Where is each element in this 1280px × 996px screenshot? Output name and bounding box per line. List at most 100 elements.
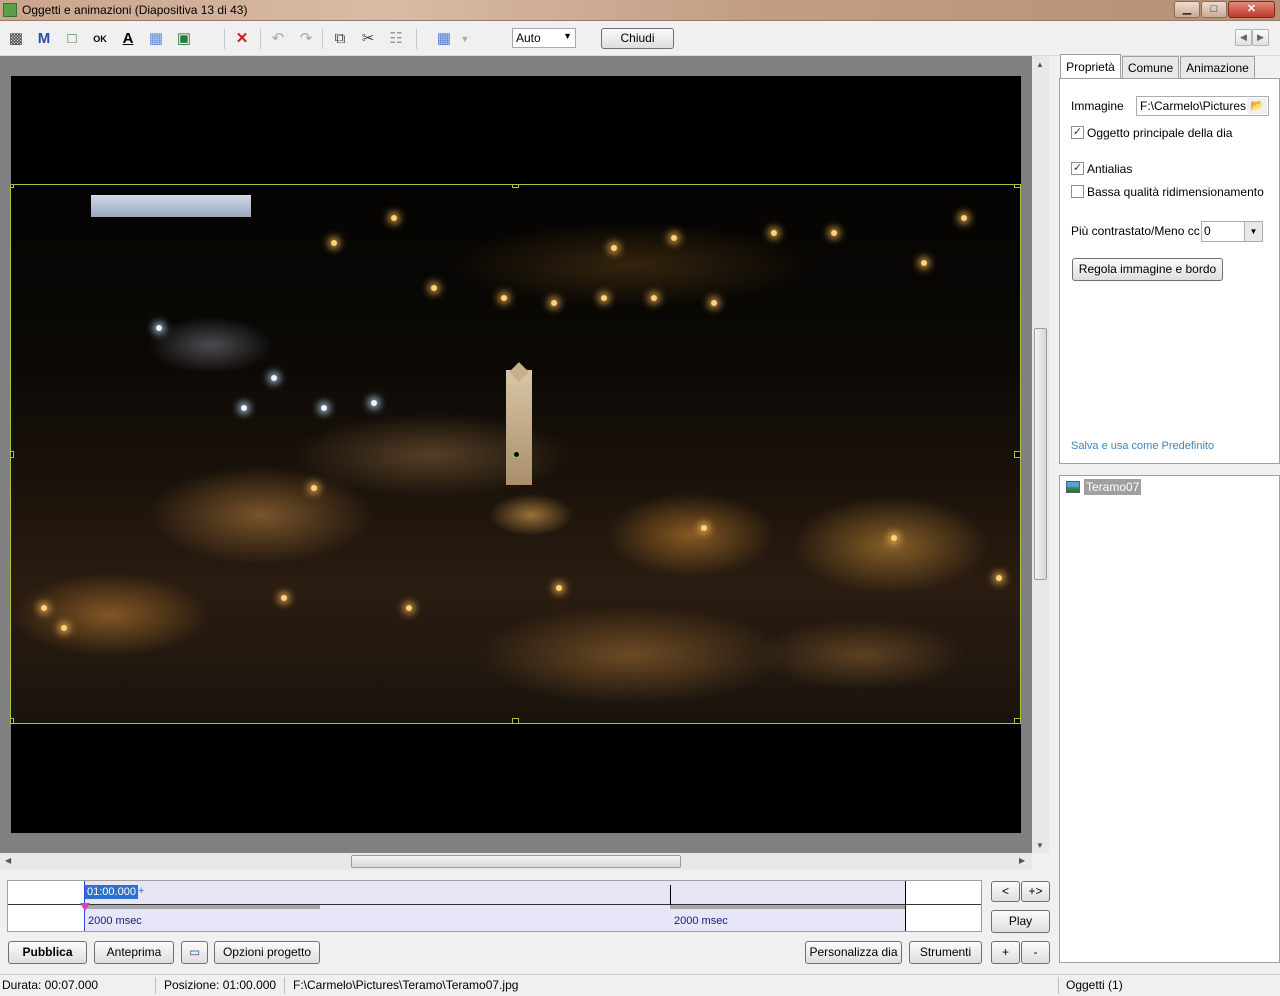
status-bar: Durata: 00:07.000 Posizione: 01:00.000 F… xyxy=(0,974,1280,996)
photo-light xyxy=(371,400,377,406)
resize-handle[interactable] xyxy=(11,451,14,458)
resize-handle[interactable] xyxy=(1014,185,1020,188)
timeline-segment-label: 2000 msec xyxy=(88,915,142,927)
photo-light xyxy=(711,300,717,306)
tab-animation[interactable]: Animazione xyxy=(1180,56,1255,78)
resize-handle[interactable] xyxy=(1014,451,1020,458)
photo-light xyxy=(551,300,557,306)
zoom-select[interactable]: Auto ▼ xyxy=(512,28,576,48)
redo-icon[interactable]: ↷ xyxy=(296,29,316,49)
cut-icon[interactable]: ✂ xyxy=(358,29,378,49)
slide-canvas-area xyxy=(0,56,1032,853)
close-button[interactable]: Chiudi xyxy=(601,28,674,49)
objects-tree: Teramo07 xyxy=(1059,475,1280,963)
chevron-down-icon: ▼ xyxy=(563,31,572,41)
tools-button[interactable]: Strumenti xyxy=(909,941,982,964)
copy-icon[interactable]: ⧉ xyxy=(330,29,350,49)
photo-light xyxy=(241,405,247,411)
tab-common[interactable]: Comune xyxy=(1122,56,1179,78)
scroll-right-icon[interactable]: ▶ xyxy=(1019,856,1025,865)
project-options-button[interactable]: Opzioni progetto xyxy=(214,941,320,964)
slide-canvas[interactable] xyxy=(10,76,1021,833)
grid-dropdown-icon[interactable]: ▼ xyxy=(455,29,475,49)
antialias-label: Antialias xyxy=(1087,162,1133,176)
text-m-icon[interactable]: M xyxy=(34,29,54,49)
zoom-out-button[interactable]: - xyxy=(1021,941,1050,964)
photo-light xyxy=(701,525,707,531)
text-a-icon[interactable]: A xyxy=(118,29,138,49)
toolbar-separator xyxy=(224,29,225,49)
antialias-checkbox[interactable]: ✓ xyxy=(1071,162,1084,175)
photo-light xyxy=(921,260,927,266)
scroll-down-icon[interactable]: ▼ xyxy=(1036,841,1044,850)
low-quality-resize-label: Bassa qualità ridimensionamento xyxy=(1087,185,1264,199)
adjust-image-border-button[interactable]: Regola immagine e bordo xyxy=(1072,258,1223,281)
ok-button-icon[interactable]: OK xyxy=(90,29,110,49)
resize-handle[interactable] xyxy=(512,185,519,188)
resize-handle[interactable] xyxy=(1014,718,1020,723)
photo-light xyxy=(391,215,397,221)
photo-light xyxy=(831,230,837,236)
play-button[interactable]: Play xyxy=(991,910,1050,933)
chevron-down-icon[interactable]: ▼ xyxy=(1244,222,1262,241)
photo-light xyxy=(556,585,562,591)
fullscreen-preview-button[interactable]: ▭ xyxy=(181,941,208,964)
image-object-icon xyxy=(1066,481,1080,493)
photo-light xyxy=(601,295,607,301)
scroll-up-icon[interactable]: ▲ xyxy=(1036,60,1044,69)
photo-light xyxy=(61,625,67,631)
toolbar-separator xyxy=(260,29,261,49)
resize-handle[interactable] xyxy=(512,718,519,723)
timeline-keyframe[interactable] xyxy=(670,885,671,905)
paste-icon[interactable]: ☷ xyxy=(386,29,406,49)
tab-properties[interactable]: Proprietà xyxy=(1060,54,1121,79)
title-bar: Oggetti e animazioni (Diapositiva 13 di … xyxy=(0,0,1280,21)
photo-light xyxy=(331,240,337,246)
next-slide-icon[interactable]: ▶ xyxy=(1252,29,1269,46)
photo-light xyxy=(671,235,677,241)
timeline[interactable]: 01:00.000 + 2000 msec 2000 msec xyxy=(7,880,982,932)
frame-icon[interactable]: ▦ xyxy=(146,29,166,49)
horizontal-scroll-thumb[interactable] xyxy=(351,855,681,868)
photo-light xyxy=(311,485,317,491)
timeline-transition-bar xyxy=(84,905,320,909)
timeline-next-button[interactable]: +> xyxy=(1021,881,1050,902)
grid-icon[interactable]: ▦ xyxy=(434,29,454,49)
timeline-transition-bar xyxy=(670,905,906,909)
maximize-button[interactable]: □ xyxy=(1201,1,1227,18)
image-icon[interactable]: ▣ xyxy=(174,29,194,49)
close-window-button[interactable]: ✕ xyxy=(1228,1,1275,18)
main-object-checkbox[interactable]: ✓ xyxy=(1071,126,1084,139)
camera-icon[interactable]: ▩ xyxy=(6,29,26,49)
resize-handle[interactable] xyxy=(11,718,14,723)
timeline-current-time[interactable]: 01:00.000 xyxy=(85,885,138,899)
timeline-marker-icon[interactable] xyxy=(80,903,90,911)
previous-slide-icon[interactable]: ◀ xyxy=(1235,29,1252,46)
image-path-field[interactable]: F:\Carmelo\Pictures 📂 xyxy=(1136,96,1269,116)
contrast-select[interactable]: 0 ▼ xyxy=(1201,221,1263,242)
undo-icon[interactable]: ↶ xyxy=(268,29,288,49)
status-position: Posizione: 01:00.000 xyxy=(164,978,277,992)
zoom-in-button[interactable]: + xyxy=(991,941,1020,964)
save-as-default-link[interactable]: Salva e usa come Predefinito xyxy=(1071,440,1214,452)
minimize-button[interactable]: ▁ xyxy=(1174,1,1200,18)
toolbar-separator xyxy=(322,29,323,49)
resize-handle[interactable] xyxy=(11,185,14,188)
preview-button[interactable]: Anteprima xyxy=(94,941,174,964)
timeline-add-icon[interactable]: + xyxy=(138,885,144,897)
timeline-prev-button[interactable]: < xyxy=(991,881,1020,902)
customize-slide-button[interactable]: Personalizza dia xyxy=(805,941,902,964)
slide-image[interactable] xyxy=(10,184,1021,724)
photo-bell-tower xyxy=(506,370,532,485)
low-quality-resize-checkbox[interactable] xyxy=(1071,185,1084,198)
vertical-scroll-thumb[interactable] xyxy=(1034,328,1047,580)
timeline-end-marker[interactable] xyxy=(905,881,906,931)
scroll-left-icon[interactable]: ◀ xyxy=(5,856,11,865)
folder-open-icon[interactable]: 📂 xyxy=(1247,98,1267,114)
object-tree-item[interactable]: Teramo07 xyxy=(1084,479,1142,495)
zoom-value: Auto xyxy=(516,31,541,45)
rectangle-icon[interactable]: □ xyxy=(62,29,82,49)
delete-icon[interactable]: ✕ xyxy=(232,29,252,49)
publish-button[interactable]: Pubblica xyxy=(8,941,87,964)
center-handle[interactable] xyxy=(513,451,520,458)
